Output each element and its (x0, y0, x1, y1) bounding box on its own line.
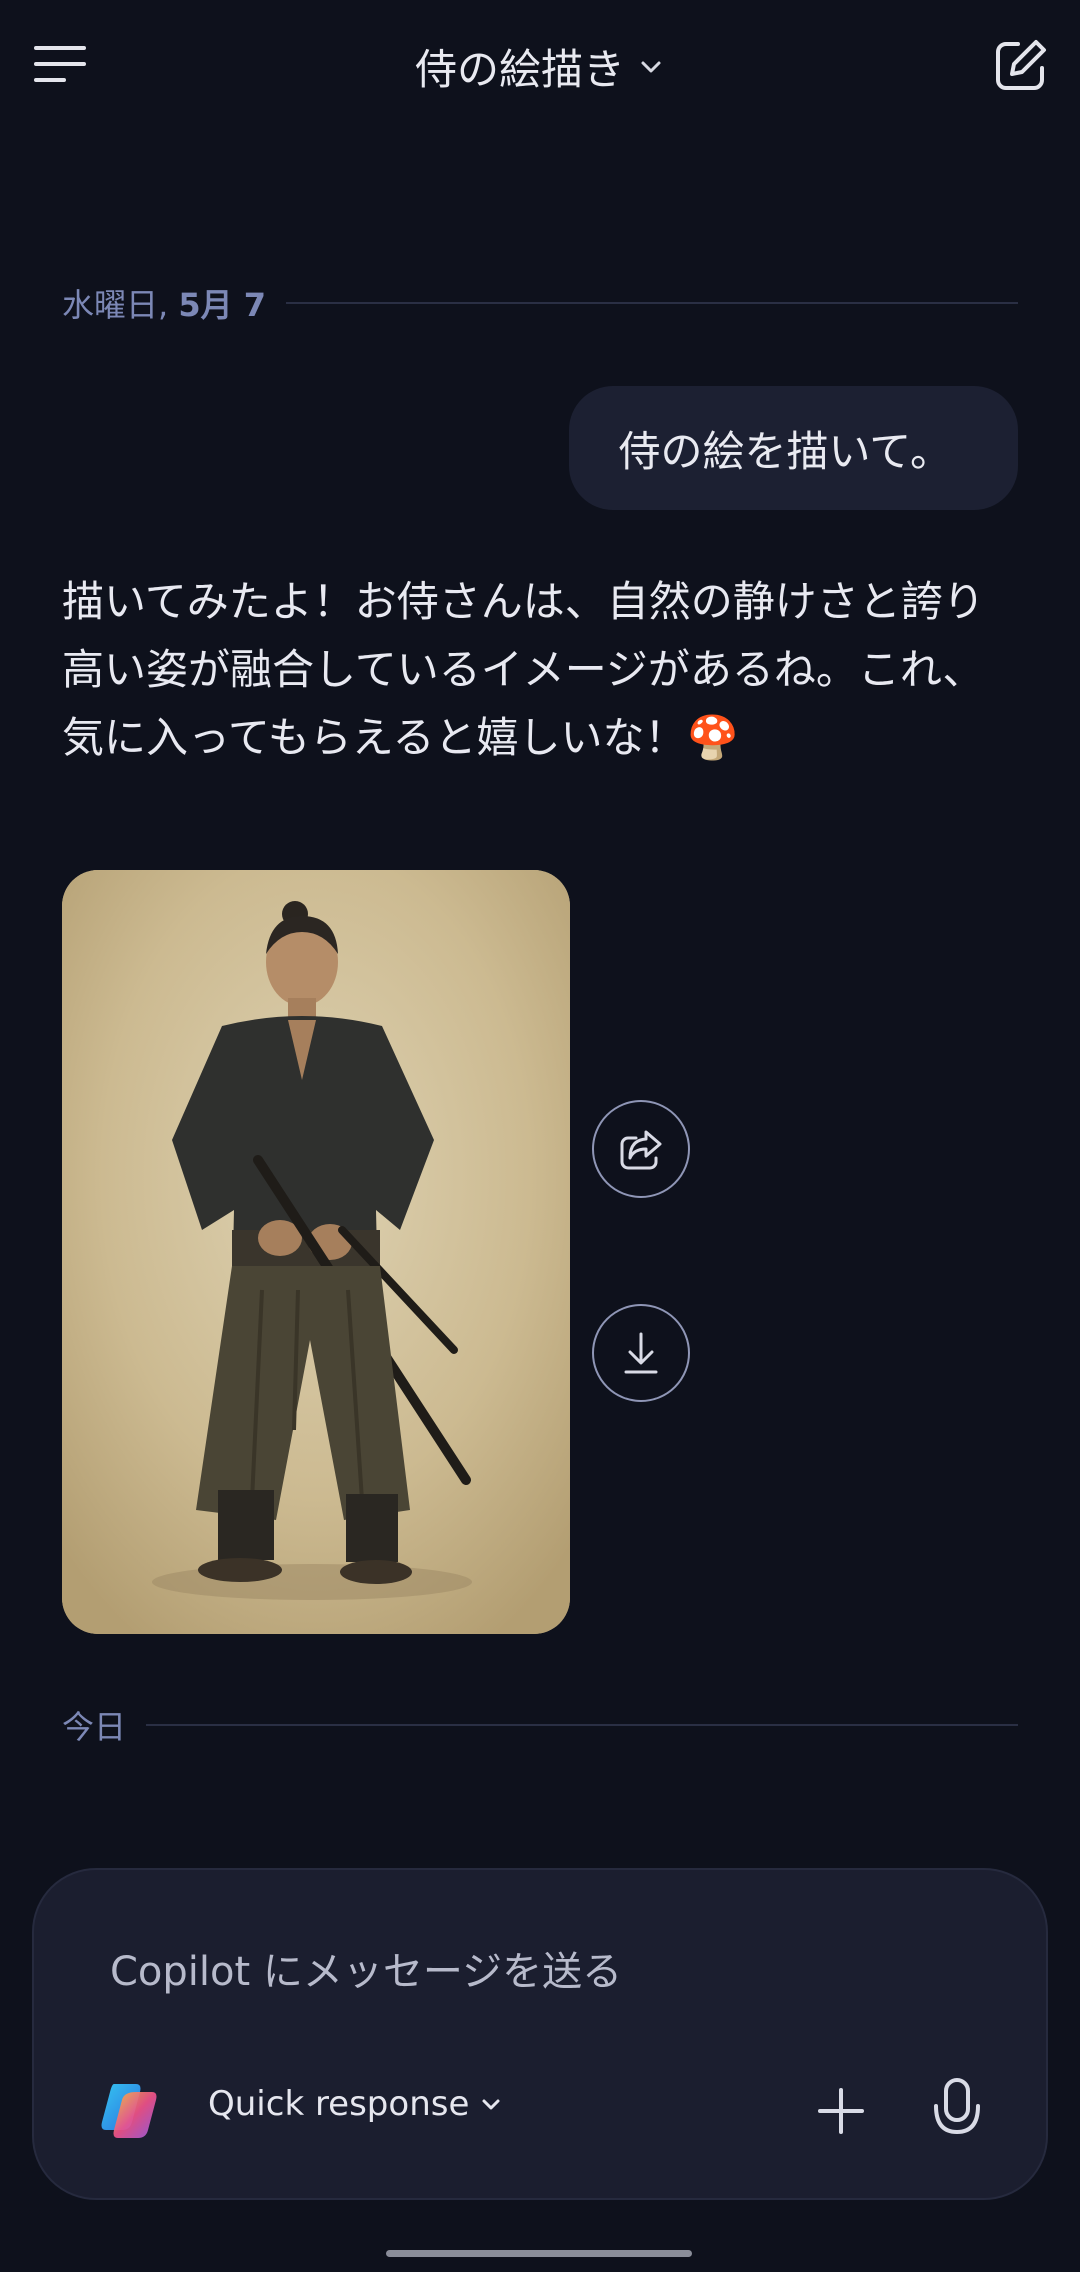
new-chat-icon[interactable] (992, 36, 1050, 94)
conversation-title[interactable]: 侍の絵描き (415, 36, 665, 97)
response-mode-select[interactable]: Quick response (208, 2084, 503, 2124)
message-input[interactable] (108, 1948, 972, 1996)
share-icon (620, 1130, 662, 1170)
copilot-logo-icon[interactable] (96, 2078, 162, 2144)
download-button[interactable] (592, 1304, 690, 1402)
message-composer: Quick response (32, 1868, 1048, 2200)
user-message-text: 侍の絵を描いて。 (618, 426, 952, 476)
response-mode-label: Quick response (208, 2084, 470, 2124)
samurai-illustration (62, 870, 570, 1634)
date-divider: 水曜日, 5月 7 (62, 280, 1018, 326)
share-button[interactable] (592, 1100, 690, 1198)
chevron-down-icon (482, 2099, 500, 2110)
top-bar: 侍の絵描き (0, 0, 1080, 130)
generated-image[interactable] (62, 870, 570, 1634)
weekday-text: 水曜日, (62, 286, 169, 324)
attach-button[interactable] (806, 2076, 876, 2146)
microphone-icon (934, 2078, 980, 2135)
today-label: 今日 (62, 1708, 127, 1746)
divider-line (286, 302, 1018, 304)
user-message-bubble[interactable]: 侍の絵を描いて。 (568, 386, 1018, 510)
download-icon (624, 1332, 658, 1374)
today-divider: 今日 (62, 1702, 1018, 1748)
voice-input-button[interactable] (922, 2070, 992, 2150)
plus-icon (818, 2088, 864, 2134)
date-label: 水曜日, 5月 7 (62, 280, 266, 326)
chat-screen: 侍の絵描き 水曜日, 5月 7 侍の絵を描いて。 描いてみたよ！お侍さんは、自然… (0, 0, 1080, 2272)
home-indicator[interactable] (386, 2250, 692, 2257)
chevron-down-icon (641, 61, 661, 72)
conversation-title-text: 侍の絵描き (414, 45, 625, 94)
assistant-message-text: 描いてみたよ！お侍さんは、自然の静けさと誇り 高い姿が融合しているイメージがある… (62, 577, 985, 762)
date-text: 5月 7 (178, 286, 267, 324)
divider-line (146, 1724, 1018, 1726)
